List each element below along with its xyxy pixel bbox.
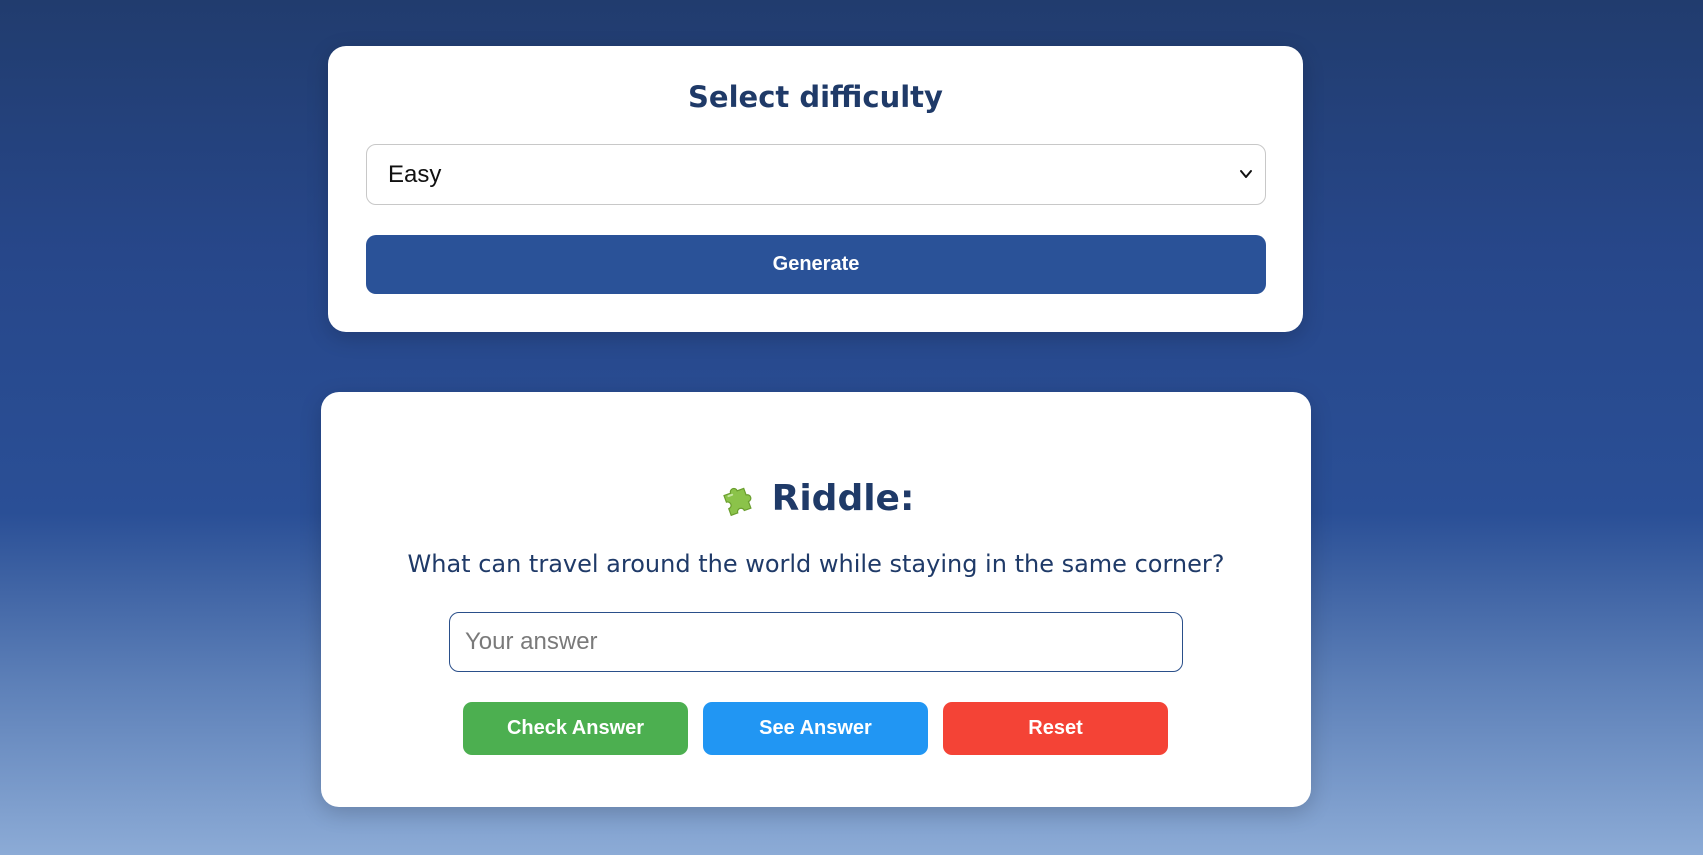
generate-button[interactable]: Generate xyxy=(366,235,1266,294)
riddle-question: What can travel around the world while s… xyxy=(407,550,1225,578)
reset-button[interactable]: Reset xyxy=(943,702,1168,755)
difficulty-title: Select difficulty xyxy=(688,80,943,114)
chevron-down-icon xyxy=(1240,170,1252,178)
puzzle-piece-icon xyxy=(722,487,752,516)
check-answer-button[interactable]: Check Answer xyxy=(463,702,688,755)
answer-input[interactable] xyxy=(449,612,1183,672)
difficulty-select-value: Easy xyxy=(388,161,442,188)
difficulty-card: Select difficulty Easy Generate xyxy=(328,46,1303,332)
see-answer-button[interactable]: See Answer xyxy=(703,702,928,755)
difficulty-select[interactable]: Easy xyxy=(366,144,1266,205)
riddle-heading: Riddle: xyxy=(321,478,1311,519)
riddle-card: Riddle: What can travel around the world… xyxy=(321,392,1311,807)
riddle-title: Riddle: xyxy=(771,478,915,519)
